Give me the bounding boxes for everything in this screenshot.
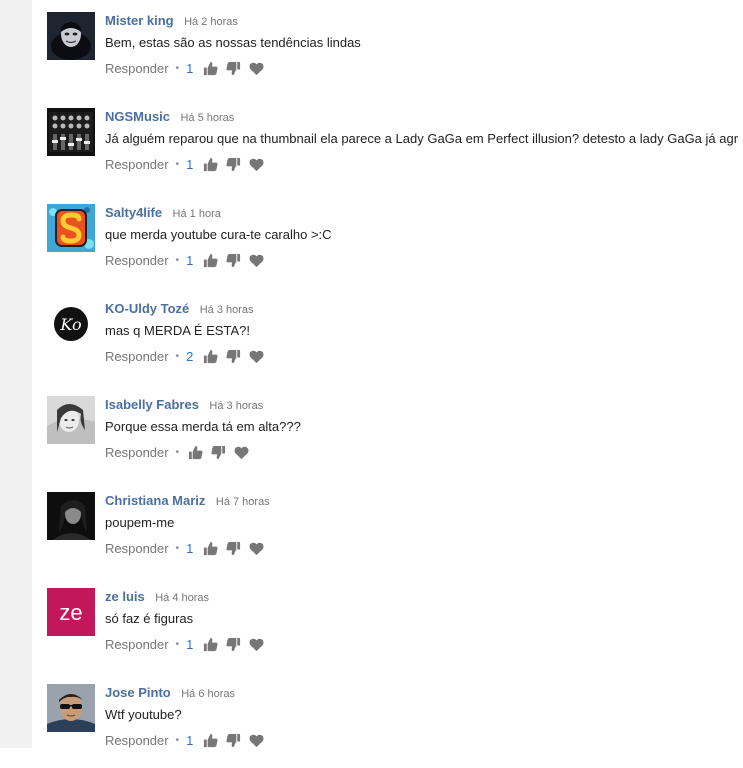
- comment-item: Christiana Mariz Há 7 horas poupem-me Re…: [47, 480, 737, 576]
- comment-text: mas q MERDA É ESTA?!: [105, 323, 250, 338]
- comment-item: Jose Pinto Há 6 horas Wtf youtube? Respo…: [47, 672, 737, 768]
- separator-dot: •: [175, 638, 180, 650]
- avatar[interactable]: [47, 684, 95, 732]
- s-logo-icon: [47, 204, 95, 252]
- heart-icon[interactable]: [247, 635, 265, 653]
- heart-icon[interactable]: [232, 443, 250, 461]
- left-rail: [0, 0, 32, 748]
- reply-button[interactable]: Responder: [105, 445, 169, 460]
- author-name[interactable]: Salty4life: [105, 205, 162, 220]
- avatar[interactable]: [47, 204, 95, 252]
- like-count: 1: [186, 60, 194, 76]
- heart-icon[interactable]: [247, 59, 265, 77]
- avatar[interactable]: Ko: [47, 300, 95, 348]
- comment-text: Já alguém reparou que na thumbnail ela p…: [105, 131, 739, 146]
- thumbs-up-icon[interactable]: [201, 731, 219, 749]
- separator-dot: •: [175, 350, 180, 362]
- like-count: 1: [186, 252, 194, 268]
- heart-icon[interactable]: [247, 539, 265, 557]
- like-count: 1: [186, 156, 194, 172]
- author-name[interactable]: ze luis: [105, 589, 145, 604]
- thumbs-up-icon[interactable]: [186, 443, 204, 461]
- like-count: 1: [186, 732, 194, 748]
- timestamp[interactable]: Há 3 horas: [200, 304, 254, 316]
- avatar[interactable]: [47, 108, 95, 156]
- timestamp[interactable]: Há 3 horas: [209, 400, 263, 412]
- reply-button[interactable]: Responder: [105, 349, 169, 364]
- separator-dot: •: [175, 158, 180, 170]
- thumbs-up-icon[interactable]: [201, 251, 219, 269]
- thumbs-up-icon[interactable]: [201, 59, 219, 77]
- author-name[interactable]: Christiana Mariz: [105, 493, 205, 508]
- comment-text: poupem-me: [105, 515, 175, 530]
- mixing-console-icon: [47, 108, 95, 156]
- avatar[interactable]: [47, 396, 95, 444]
- thumbs-down-icon[interactable]: [224, 59, 242, 77]
- thumbs-up-icon[interactable]: [201, 539, 219, 557]
- avatar[interactable]: [47, 12, 95, 60]
- timestamp[interactable]: Há 5 horas: [180, 112, 234, 124]
- heart-icon[interactable]: [247, 731, 265, 749]
- like-count: 1: [186, 636, 194, 652]
- separator-dot: •: [175, 542, 180, 554]
- separator-dot: •: [175, 254, 180, 266]
- separator-dot: •: [175, 734, 180, 746]
- thumbs-up-icon[interactable]: [201, 635, 219, 653]
- comment-item: Ko KO-Uldy Tozé Há 3 horas mas q MERDA É…: [47, 288, 737, 384]
- reply-button[interactable]: Responder: [105, 733, 169, 748]
- comment-item: ze ze luis Há 4 horas só faz é figuras R…: [47, 576, 737, 672]
- reply-button[interactable]: Responder: [105, 61, 169, 76]
- comment-text: Wtf youtube?: [105, 707, 182, 722]
- separator-dot: •: [175, 446, 180, 458]
- reply-button[interactable]: Responder: [105, 253, 169, 268]
- reply-button[interactable]: Responder: [105, 637, 169, 652]
- timestamp[interactable]: Há 2 horas: [184, 16, 238, 28]
- person-dark-photo-icon: [47, 492, 95, 540]
- reply-button[interactable]: Responder: [105, 541, 169, 556]
- author-name[interactable]: Isabelly Fabres: [105, 397, 199, 412]
- comment-item: Isabelly Fabres Há 3 horas Porque essa m…: [47, 384, 737, 480]
- author-name[interactable]: Mister king: [105, 13, 174, 28]
- like-count: 1: [186, 540, 194, 556]
- thumbs-down-icon[interactable]: [224, 635, 242, 653]
- like-count: 2: [186, 348, 194, 364]
- avatar[interactable]: ze: [47, 588, 95, 636]
- author-name[interactable]: NGSMusic: [105, 109, 170, 124]
- comment-text: Porque essa merda tá em alta???: [105, 419, 301, 434]
- reply-button[interactable]: Responder: [105, 157, 169, 172]
- timestamp[interactable]: Há 6 horas: [181, 688, 235, 700]
- heart-icon[interactable]: [247, 347, 265, 365]
- timestamp[interactable]: Há 7 horas: [216, 496, 270, 508]
- thumbs-down-icon[interactable]: [224, 539, 242, 557]
- separator-dot: •: [175, 62, 180, 74]
- ko-logo-icon: Ko: [47, 300, 95, 348]
- comment-text: que merda youtube cura-te caralho >:C: [105, 227, 332, 242]
- letter-avatar-icon: ze: [47, 588, 95, 636]
- comment-text: Bem, estas são as nossas tendências lind…: [105, 35, 361, 50]
- thumbs-down-icon[interactable]: [224, 731, 242, 749]
- thumbs-down-icon[interactable]: [209, 443, 227, 461]
- person-photo-icon: [47, 396, 95, 444]
- avatar-text: Ko: [59, 315, 81, 334]
- comment-item: NGSMusic Há 5 horas Já alguém reparou qu…: [47, 96, 739, 192]
- thumbs-down-icon[interactable]: [224, 251, 242, 269]
- timestamp[interactable]: Há 1 hora: [173, 208, 221, 220]
- heart-icon[interactable]: [247, 155, 265, 173]
- thumbs-up-icon[interactable]: [201, 155, 219, 173]
- timestamp[interactable]: Há 4 horas: [155, 592, 209, 604]
- avatar[interactable]: [47, 492, 95, 540]
- person-sunglasses-icon: [47, 684, 95, 732]
- thumbs-up-icon[interactable]: [201, 347, 219, 365]
- masked-person-icon: [47, 12, 95, 60]
- avatar-text: ze: [59, 600, 82, 625]
- comment-item: Salty4life Há 1 hora que merda youtube c…: [47, 192, 737, 288]
- comment-text: só faz é figuras: [105, 611, 194, 626]
- comment-item: Mister king Há 2 horas Bem, estas são as…: [47, 0, 737, 96]
- author-name[interactable]: KO-Uldy Tozé: [105, 301, 189, 316]
- heart-icon[interactable]: [247, 251, 265, 269]
- thumbs-down-icon[interactable]: [224, 347, 242, 365]
- author-name[interactable]: Jose Pinto: [105, 685, 171, 700]
- thumbs-down-icon[interactable]: [224, 155, 242, 173]
